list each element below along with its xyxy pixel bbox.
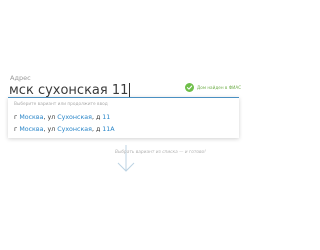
suggestion-city: Москва: [19, 126, 44, 133]
suggestion-item[interactable]: г Москва, ул Сухонская, д 11А: [14, 126, 115, 133]
fias-status: Дом найден в ФИАС: [185, 83, 241, 92]
text-cursor: [129, 82, 131, 98]
suggestion-street: Сухонская: [57, 114, 92, 121]
suggestion-city: Москва: [19, 114, 44, 121]
suggestion-house-type: , д: [91, 114, 103, 121]
suggestion-house: 11А: [102, 126, 115, 133]
suggestion-street-type: , ул: [43, 114, 58, 121]
address-suggest-screen: Адрес мск сухонская 11 Дом найден в ФИАС…: [0, 0, 250, 250]
suggestion-street-type: , ул: [43, 126, 58, 133]
suggestions-dropdown: Выберите вариант или продолжите ввод г М…: [8, 97, 239, 138]
suggestion-house: 11: [102, 114, 111, 121]
suggestion-street: Сухонская: [57, 126, 92, 133]
suggestions-hint: Выберите вариант или продолжите ввод: [14, 102, 108, 107]
check-circle-icon: [185, 83, 194, 92]
address-input-value: мск сухонская 11: [9, 82, 129, 98]
suggestion-item[interactable]: г Москва, ул Сухонская, д 11: [14, 114, 110, 121]
instruction-text: Выбрать вариант из списка — и готово!: [115, 150, 206, 155]
fias-status-text: Дом найден в ФИАС: [197, 85, 242, 90]
suggestion-house-type: , д: [91, 126, 103, 133]
